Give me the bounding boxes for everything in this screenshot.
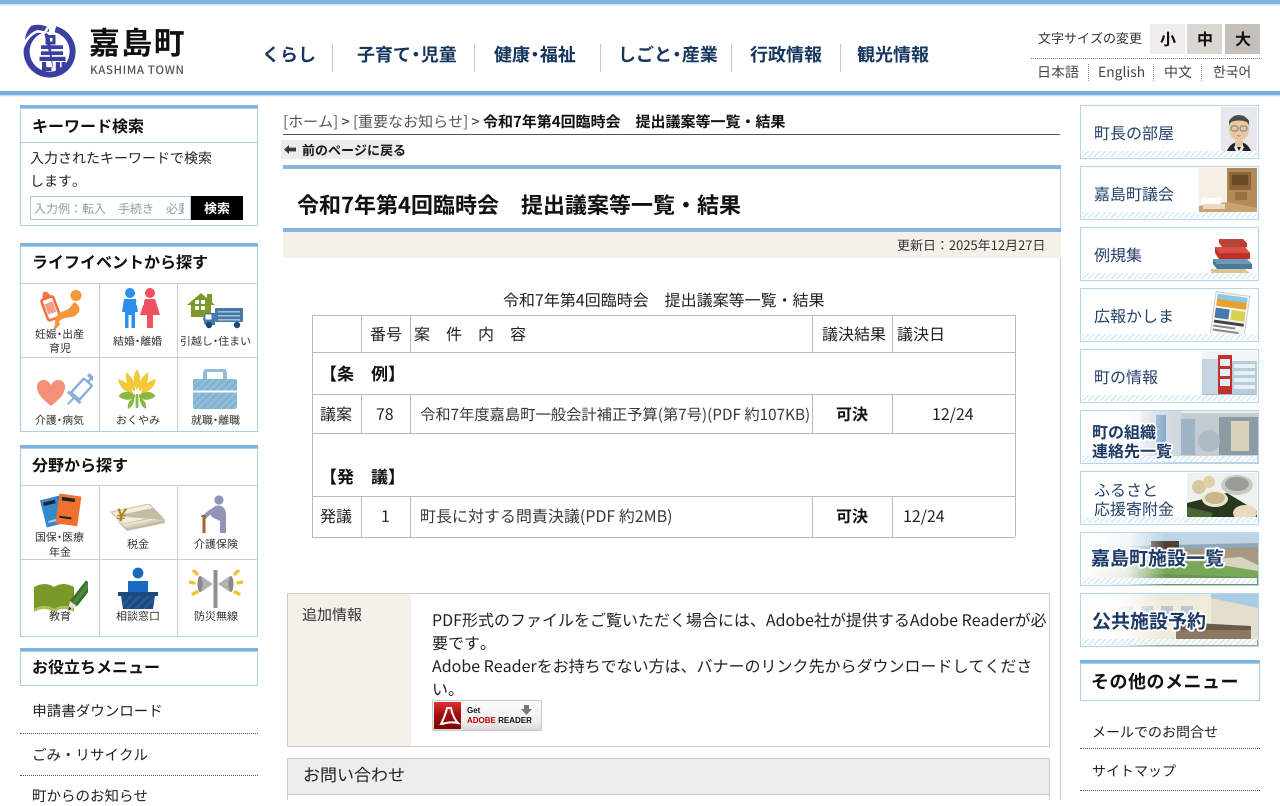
svg-text:Get: Get (467, 706, 481, 715)
svg-text:ADOBE READER: ADOBE READER (467, 716, 532, 725)
